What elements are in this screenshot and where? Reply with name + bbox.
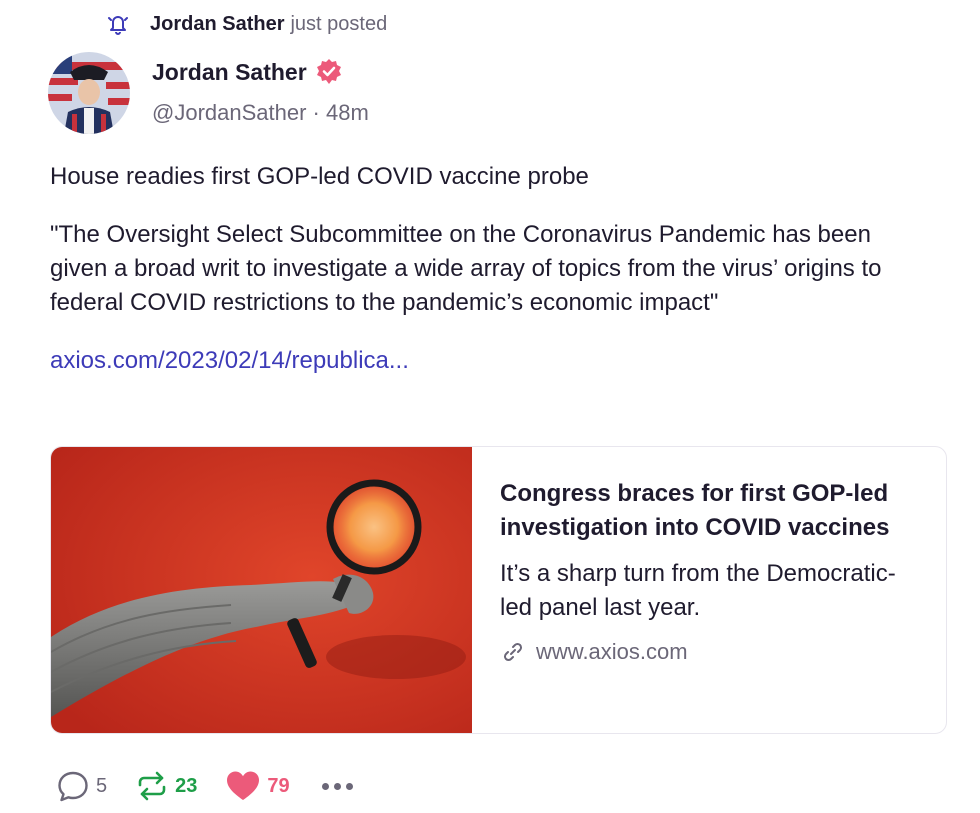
bell-icon	[104, 10, 132, 38]
notice-action: just posted	[290, 12, 388, 35]
like-count: 79	[267, 774, 290, 797]
author-handle[interactable]: @JordanSather	[152, 100, 306, 125]
card-description: It’s a sharp turn from the Democratic-le…	[500, 560, 896, 621]
post-author: Jordan Sather @JordanSather · 48m	[48, 52, 369, 134]
link-icon	[500, 639, 526, 665]
card-domain: www.axios.com	[500, 639, 918, 665]
reply-count: 5	[96, 774, 108, 797]
reply-button[interactable]: 5	[56, 769, 107, 803]
post-quote: "The Oversight Select Subcommittee on th…	[50, 221, 882, 316]
notice-author[interactable]: Jordan Sather	[150, 13, 284, 36]
reply-icon	[56, 769, 90, 803]
repost-button[interactable]: 23	[135, 769, 197, 803]
verified-badge-icon	[315, 58, 343, 86]
card-domain-text: www.axios.com	[536, 639, 688, 664]
link-preview-card[interactable]: Congress braces for first GOP-led invest…	[50, 446, 947, 734]
post-link[interactable]: axios.com/2023/02/14/republica...	[50, 347, 409, 374]
card-image[interactable]	[51, 447, 472, 733]
repost-icon	[135, 769, 169, 803]
more-options-icon[interactable]	[321, 782, 353, 790]
repost-count: 23	[175, 774, 198, 797]
like-button[interactable]: 79	[225, 769, 290, 803]
post-notice: Jordan Sather just posted	[104, 10, 387, 38]
author-name[interactable]: Jordan Sather	[152, 59, 307, 86]
heart-icon	[225, 769, 261, 803]
card-title[interactable]: Congress braces for first GOP-led invest…	[500, 477, 918, 545]
avatar[interactable]	[48, 52, 130, 134]
post-meta: @JordanSather · 48m	[152, 100, 369, 126]
post-body: House readies first GOP-led COVID vaccin…	[50, 160, 930, 402]
post-actions: 5 23 79	[56, 766, 353, 806]
post-age[interactable]: 48m	[326, 100, 369, 125]
post-headline: House readies first GOP-led COVID vaccin…	[50, 163, 589, 190]
meta-separator: ·	[312, 100, 320, 125]
